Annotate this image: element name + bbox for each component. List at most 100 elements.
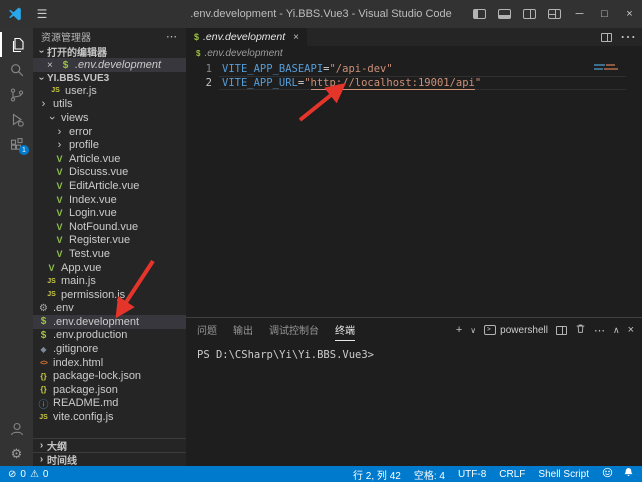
notifications-bell-icon[interactable] [623, 467, 634, 481]
code-line-2: 2 VITE_APP_URL="http://localhost:19001/a… [186, 76, 642, 90]
tree-item-label: Login.vue [69, 207, 117, 219]
maximize-button[interactable]: □ [592, 0, 617, 28]
error-icon: ⊘ [8, 469, 16, 480]
window-controls: ─ □ × [467, 0, 642, 28]
tree-item[interactable]: utils [33, 98, 186, 112]
chevron-right-icon: › [36, 454, 47, 465]
tree-item[interactable]: Login.vue [33, 206, 186, 220]
tree-item[interactable]: .env.development [33, 315, 186, 329]
search-icon[interactable] [0, 57, 33, 82]
tree-item[interactable]: views [33, 111, 186, 125]
new-terminal-icon[interactable]: + [456, 324, 462, 336]
status-item[interactable]: 空格: 4 [414, 467, 445, 482]
vscode-logo-icon [0, 7, 30, 21]
project-root-header[interactable]: › YI.BBS.VUE3 [33, 72, 186, 84]
tab-close-icon[interactable]: × [293, 32, 299, 43]
tree-item[interactable]: package-lock.json [33, 369, 186, 383]
timeline-section-header[interactable]: › 时间线 [33, 452, 186, 466]
file-type-icon [53, 235, 66, 245]
file-type-icon [53, 222, 66, 232]
open-editors-header[interactable]: › 打开的编辑器 [33, 45, 186, 58]
tree-item[interactable]: vite.config.js [33, 410, 186, 424]
status-item[interactable]: 行 2, 列 42 [353, 467, 401, 482]
source-control-icon[interactable] [0, 82, 33, 107]
more-actions-icon[interactable]: ⋯ [166, 30, 178, 43]
tree-item[interactable]: package.json [33, 383, 186, 397]
file-type-icon [53, 208, 66, 218]
feedback-smiley-icon[interactable] [602, 467, 613, 481]
toggle-secondary-sidebar-icon[interactable] [517, 0, 542, 28]
tree-item[interactable]: permission.js [33, 288, 186, 302]
tree-item[interactable]: Register.vue [33, 234, 186, 248]
close-icon[interactable]: × [47, 60, 59, 71]
tree-item[interactable]: .env [33, 302, 186, 316]
run-debug-icon[interactable] [0, 107, 33, 132]
split-editor-icon[interactable] [601, 33, 612, 42]
tree-item[interactable]: user.js [33, 84, 186, 98]
tree-item-label: App.vue [61, 262, 101, 274]
settings-gear-icon[interactable]: ⚙ [0, 441, 33, 466]
tree-item[interactable]: main.js [33, 274, 186, 288]
tree-item[interactable]: EditArticle.vue [33, 179, 186, 193]
split-terminal-icon[interactable] [556, 326, 567, 335]
chevron-down-icon[interactable]: ∨ [470, 326, 476, 335]
tree-item[interactable]: README.md [33, 397, 186, 411]
outline-section-header[interactable]: › 大纲 [33, 438, 186, 452]
status-item[interactable]: Shell Script [538, 469, 589, 480]
panel-tab[interactable]: 输出 [233, 322, 253, 340]
file-type-icon [53, 126, 66, 138]
tab-env-development[interactable]: $ .env.development × [186, 28, 308, 46]
tree-item-label: vite.config.js [53, 411, 114, 423]
tree-item[interactable]: index.html [33, 356, 186, 370]
file-type-icon [37, 316, 50, 327]
toggle-panel-icon[interactable] [492, 0, 517, 28]
file-type-icon [37, 330, 50, 341]
explorer-icon[interactable] [0, 32, 33, 57]
tree-item[interactable]: .gitignore [33, 342, 186, 356]
extensions-icon[interactable]: 1 [0, 132, 33, 157]
file-type-icon [53, 195, 66, 205]
file-type-icon [53, 249, 66, 259]
tree-item[interactable]: App.vue [33, 261, 186, 275]
toggle-sidebar-icon[interactable] [467, 0, 492, 28]
maximize-panel-icon[interactable]: ∧ [613, 325, 620, 336]
tree-item[interactable]: Discuss.vue [33, 166, 186, 180]
more-actions-icon[interactable]: ⋯ [620, 28, 636, 47]
panel-tab[interactable]: 问题 [197, 322, 217, 340]
tree-item[interactable]: error [33, 125, 186, 139]
url-link[interactable]: http://localhost:19001/api [311, 77, 475, 90]
tree-item[interactable]: Test.vue [33, 247, 186, 261]
problems-status[interactable]: ⊘ 0 ⚠ 0 [8, 469, 48, 480]
extensions-badge: 1 [19, 145, 29, 155]
minimize-button[interactable]: ─ [567, 0, 592, 28]
tree-item[interactable]: profile [33, 138, 186, 152]
tree-item-label: .env.production [53, 329, 127, 341]
breadcrumb-label: .env.development [204, 48, 282, 59]
menu-icon[interactable]: ☰ [30, 7, 54, 21]
file-type-icon [53, 154, 66, 164]
close-panel-icon[interactable]: × [628, 324, 634, 336]
panel-tab[interactable]: 终端 [335, 322, 355, 341]
close-button[interactable]: × [617, 0, 642, 28]
customize-layout-icon[interactable] [542, 0, 567, 28]
tree-item[interactable]: Article.vue [33, 152, 186, 166]
file-type-icon [45, 278, 58, 285]
tree-item[interactable]: Index.vue [33, 193, 186, 207]
open-editor-item[interactable]: × .env.development [33, 58, 186, 72]
file-type-icon [53, 181, 66, 191]
trash-icon[interactable] [575, 323, 586, 337]
account-icon[interactable] [0, 416, 33, 441]
breadcrumb[interactable]: $ .env.development [186, 46, 642, 60]
terminal-selector[interactable]: > powershell [484, 325, 548, 336]
shell-file-icon: $ [196, 49, 200, 58]
terminal-output[interactable]: PS D:\CSharp\Yi\Yi.BBS.Vue3> [186, 342, 642, 466]
more-actions-icon[interactable]: ⋯ [594, 324, 605, 337]
tree-item[interactable]: .env.production [33, 329, 186, 343]
line-number: 2 [186, 77, 212, 89]
code-editor[interactable]: 1 VITE_APP_BASEAPI="/api-dev" 2 VITE_APP… [186, 60, 642, 317]
status-right: 行 2, 列 42 空格: 4 UTF-8 CRLF Shell Script [353, 467, 589, 482]
status-item[interactable]: CRLF [499, 469, 525, 480]
status-item[interactable]: UTF-8 [458, 469, 486, 480]
panel-tab[interactable]: 调试控制台 [269, 322, 319, 340]
tree-item[interactable]: NotFound.vue [33, 220, 186, 234]
